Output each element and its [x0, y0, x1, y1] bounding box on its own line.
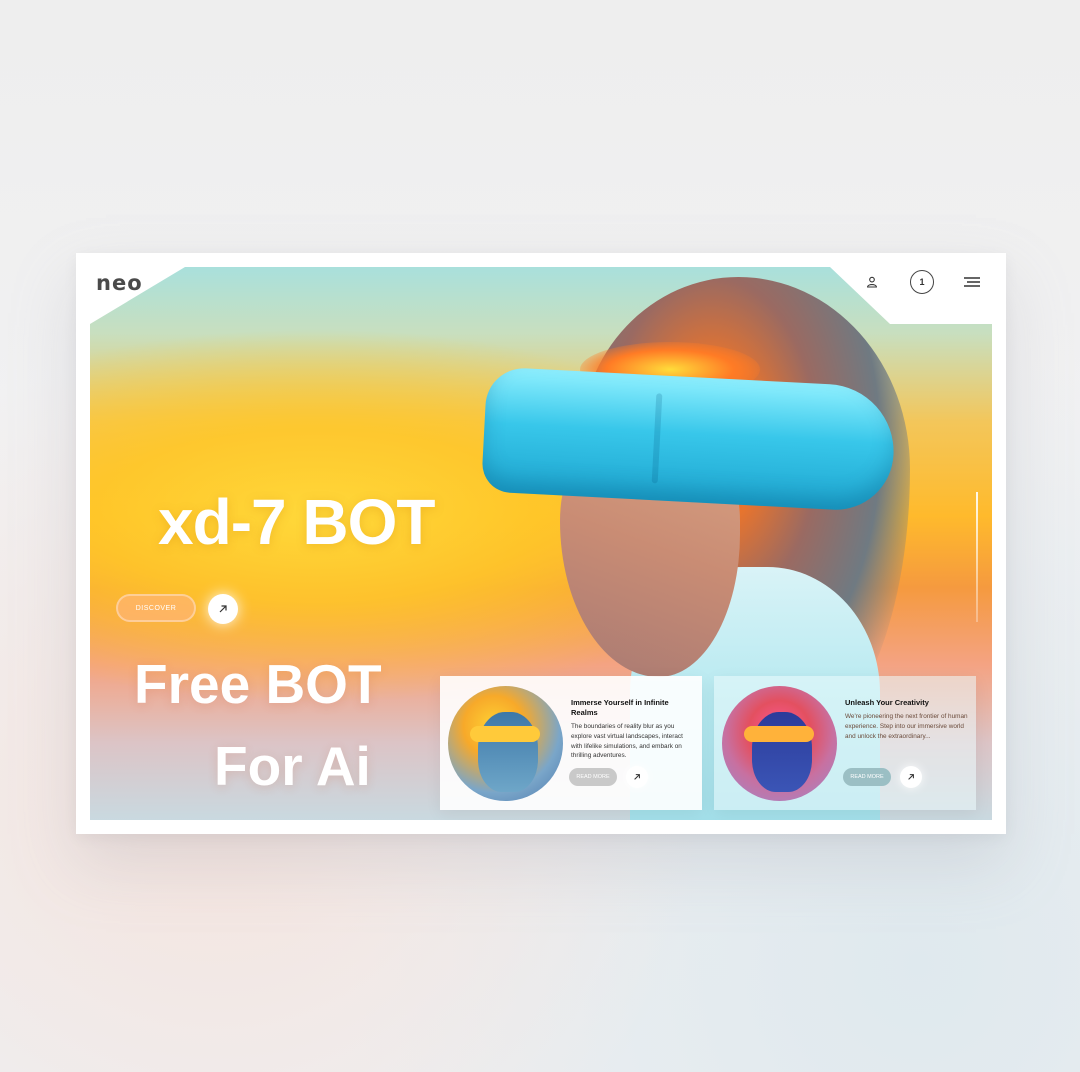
feature-card-immerse[interactable]: Immerse Yourself in Infinite Realms The …	[440, 676, 702, 810]
arrow-up-right-icon	[634, 774, 640, 780]
cart-badge: 1	[910, 270, 934, 294]
cart-button[interactable]: 1	[910, 270, 934, 294]
logo[interactable]: neo	[96, 271, 143, 295]
header-actions: 1	[860, 270, 984, 294]
card-image-head	[478, 712, 538, 792]
card-text: Unleash Your Creativity We're pioneering…	[845, 698, 969, 741]
card-body: We're pioneering the next frontier of hu…	[845, 713, 968, 740]
card-image-avatar	[722, 686, 837, 801]
read-more-button[interactable]: READ MORE	[843, 768, 891, 786]
hero-section: xd-7 BOT DISCOVER Free BOT For Ai Immers…	[90, 267, 992, 820]
user-icon	[867, 276, 877, 288]
arrow-up-right-icon	[908, 774, 914, 780]
read-more-button[interactable]: READ MORE	[569, 768, 617, 786]
card-body: The boundaries of reality blur as you ex…	[571, 723, 683, 760]
card-image-head	[752, 712, 812, 792]
arrow-up-right-icon	[219, 605, 227, 613]
hero-title: xd-7 BOT	[158, 486, 435, 558]
menu-button[interactable]	[960, 270, 984, 294]
card-image-visor	[744, 726, 814, 742]
hero-tagline-line1: Free BOT	[134, 653, 382, 715]
discover-arrow-button[interactable]	[208, 594, 238, 624]
card-image-visor	[470, 726, 540, 742]
card-title: Immerse Yourself in Infinite Realms	[571, 698, 669, 717]
app-window: xd-7 BOT DISCOVER Free BOT For Ai Immers…	[76, 253, 1006, 834]
feature-card-creativity[interactable]: Unleash Your Creativity We're pioneering…	[714, 676, 976, 810]
scroll-indicator[interactable]	[976, 492, 978, 622]
account-button[interactable]	[860, 270, 884, 294]
menu-icon	[964, 277, 980, 287]
card-text: Immerse Yourself in Infinite Realms The …	[571, 698, 695, 761]
card-title: Unleash Your Creativity	[845, 698, 929, 707]
card-arrow-button[interactable]	[626, 766, 648, 788]
discover-button[interactable]: DISCOVER	[116, 594, 196, 622]
card-image-avatar	[448, 686, 563, 801]
card-arrow-button[interactable]	[900, 766, 922, 788]
hero-tagline-line2: For Ai	[214, 735, 371, 797]
hero-image-vr-headset	[481, 366, 897, 513]
